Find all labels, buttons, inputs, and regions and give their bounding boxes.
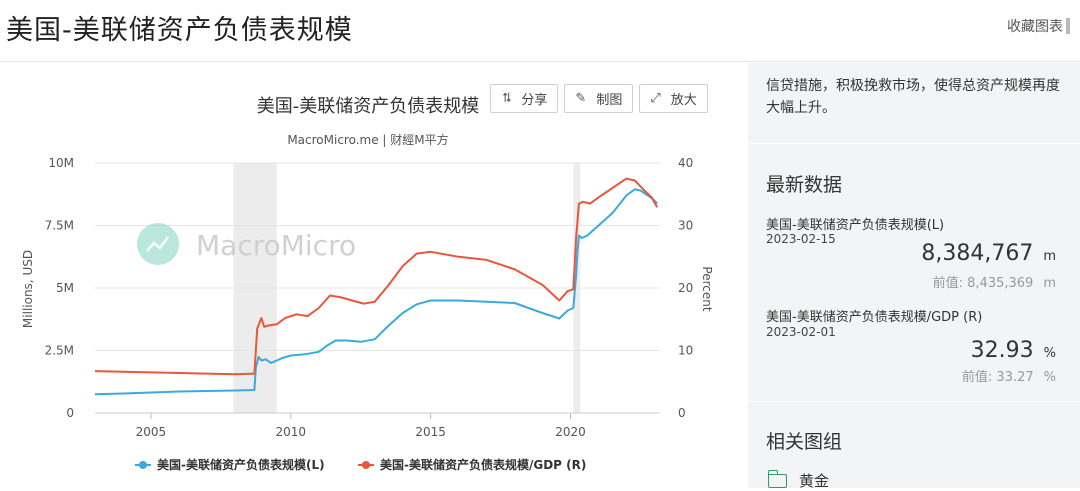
x-tick-label: 2015 <box>415 425 446 439</box>
x-tick-label: 2005 <box>136 425 167 439</box>
prev-unit: m <box>1043 276 1056 291</box>
latest-item-name: 美国-美联储资产负债表规模/GDP (R) <box>766 310 983 325</box>
series-line-right <box>94 177 659 376</box>
chart-subtitle: MacroMicro.me | 财經M平方 <box>287 132 448 147</box>
draw-button[interactable]: ✎ 制图 <box>564 84 634 113</box>
x-tick-label: 2020 <box>555 425 586 439</box>
x-ticks <box>150 413 571 419</box>
value-number: 32.93 <box>970 338 1034 363</box>
divider <box>748 401 1080 402</box>
zoom-label: 放大 <box>670 93 697 108</box>
legend-marker <box>139 461 147 469</box>
y-right-tick-label: 20 <box>678 281 693 295</box>
legend: 美国-美联储资产负债表规模(L) 美国-美联储资产负债表规模/GDP (R) <box>135 457 586 472</box>
expand-icon: ⤢ <box>650 91 661 106</box>
pencil-icon: ✎ <box>575 91 587 106</box>
latest-item-date: 2023-02-15 <box>766 232 836 246</box>
sidebar: 信贷措施，积极挽救市场，使得总资产规模再度大幅上升。 最新数据 美国-美联储资产… <box>748 63 1080 490</box>
latest-item-name: 美国-美联储资产负债表规模(L) <box>766 218 945 233</box>
y-right-axis-label: Percent <box>700 266 714 311</box>
latest-item-prev: 前值: 8,435,369 m <box>933 272 1056 291</box>
y-right-tick-labels: 0 10 20 30 40 <box>678 156 693 420</box>
latest-item-value: 32.93% <box>971 338 1056 363</box>
related-groups-title: 相关图组 <box>766 431 843 453</box>
y-left-tick-labels: 0 2.5M 5M 7.5M 10M <box>45 156 74 420</box>
watermark: MacroMicro <box>137 223 356 265</box>
page-header: 美国-美联储资产负债表规模 收藏图表 <box>0 0 1080 62</box>
latest-data-title: 最新数据 <box>766 174 843 196</box>
y-right-tick-label: 30 <box>678 219 693 233</box>
watermark-text: MacroMicro <box>196 229 356 262</box>
share-icon: ⮁ <box>501 91 512 106</box>
prev-value: 前值: 8,435,369 <box>932 276 1034 291</box>
y-left-tick-label: 5M <box>56 281 74 295</box>
series-line-left <box>94 188 658 396</box>
y-left-tick-label: 10M <box>48 156 74 170</box>
share-label: 分享 <box>521 93 548 108</box>
prev-value: 前值: 33.27 <box>961 370 1034 385</box>
value-number: 8,384,767 <box>921 241 1034 266</box>
watermark-logo-icon <box>137 223 179 265</box>
page-title: 美国-美联储资产负债表规模 <box>6 15 353 46</box>
legend-label: 美国-美联储资产负债表规模(L) <box>157 457 325 472</box>
latest-item-value: 8,384,767 m <box>921 241 1056 266</box>
y-left-tick-label: 0 <box>66 406 74 420</box>
zoom-button[interactable]: ⤢ 放大 <box>639 84 708 113</box>
chart-title: 美国-美联储资产负债表规模 <box>257 96 480 117</box>
y-right-tick-label: 0 <box>678 406 686 420</box>
share-button[interactable]: ⮁ 分享 <box>490 84 559 113</box>
prev-unit: % <box>1043 370 1056 385</box>
y-left-axis-label: Millions, USD <box>21 250 35 328</box>
sidebar-intro-text: 信贷措施，积极挽救市场，使得总资产规模再度大幅上升。 <box>766 78 1060 116</box>
favorite-chart-button[interactable]: 收藏图表 <box>1007 16 1070 36</box>
y-right-tick-label: 10 <box>678 344 693 358</box>
y-right-tick-label: 40 <box>678 156 693 170</box>
legend-marker <box>362 461 370 469</box>
value-unit: % <box>1043 346 1056 361</box>
y-left-tick-label: 2.5M <box>45 344 74 358</box>
chart-toolbar: ⮁ 分享 ✎ 制图 ⤢ 放大 <box>490 84 708 113</box>
legend-label: 美国-美联储资产负债表规模/GDP (R) <box>380 457 586 472</box>
latest-item-prev: 前值: 33.27% <box>962 366 1056 385</box>
divider <box>748 143 1080 144</box>
series-lines <box>94 177 659 396</box>
chart-svg: MacroMicro 美国-美联储资产负债表规模 MacroMicro.me |… <box>21 96 714 472</box>
latest-item-date: 2023-02-01 <box>766 325 836 339</box>
folder-icon <box>767 469 787 488</box>
x-tick-labels: 2005 2010 2015 2020 <box>136 425 586 439</box>
draw-label: 制图 <box>596 93 623 108</box>
y-left-tick-label: 7.5M <box>45 219 74 233</box>
x-tick-label: 2010 <box>276 425 307 439</box>
value-unit: m <box>1043 249 1056 264</box>
